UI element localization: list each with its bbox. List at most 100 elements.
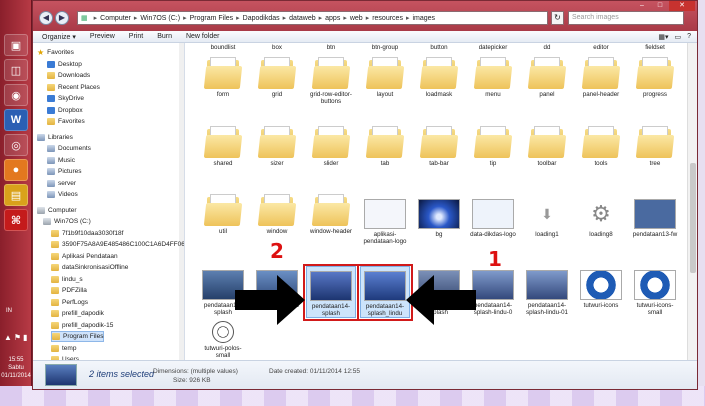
folder-item[interactable]: box — [252, 44, 302, 51]
breadcrumb-item[interactable]: web — [350, 15, 363, 22]
organize-button[interactable]: Organize ▾ — [42, 33, 76, 41]
taskbar-app-icon[interactable]: ◉ — [4, 84, 28, 106]
folder-item[interactable]: window-header — [306, 193, 356, 235]
refresh-button[interactable]: ↻ — [551, 11, 564, 25]
folder-item[interactable]: slider — [306, 125, 356, 167]
breadcrumb-item[interactable]: apps — [325, 15, 340, 22]
folder-item[interactable]: tools — [576, 125, 626, 167]
preview-button[interactable]: Preview — [90, 33, 115, 40]
folder-item[interactable]: dd — [522, 44, 572, 51]
language-indicator[interactable]: IN — [6, 308, 12, 314]
nav-item[interactable]: server — [47, 178, 76, 189]
image-file[interactable]: tutwuri-icons — [576, 266, 626, 318]
nav-item[interactable]: lindu_s — [51, 274, 83, 285]
breadcrumb-item[interactable]: images — [412, 15, 435, 22]
folder-item[interactable]: tip — [468, 125, 518, 167]
scrollbar-thumb[interactable] — [690, 163, 696, 273]
nav-item[interactable]: Documents — [47, 143, 91, 154]
firefox-icon[interactable]: ● — [4, 159, 28, 181]
folder-item[interactable]: menu — [468, 56, 518, 98]
nav-item[interactable]: PDFZilla — [51, 285, 87, 296]
folder-item[interactable]: datepicker — [468, 44, 518, 51]
breadcrumb-separator[interactable]: ▸ — [406, 14, 410, 22]
nav-item[interactable]: ★ Favorites — [37, 47, 74, 58]
nav-item[interactable]: 3590F75A8A9E485486C100C1A6D4FF06ZZZ... — [51, 239, 184, 250]
image-file[interactable]: bg — [414, 199, 464, 238]
folder-item[interactable]: btn — [306, 44, 356, 51]
folder-item[interactable]: form — [198, 56, 248, 98]
folder-item[interactable]: shared — [198, 125, 248, 167]
nav-scrollbar[interactable] — [179, 43, 184, 362]
close-button[interactable]: ✕ — [669, 1, 695, 11]
nav-item[interactable]: SkyDrive — [47, 93, 84, 104]
nav-item[interactable]: Downloads — [47, 70, 90, 81]
address-bar[interactable]: ▦ ▸ Computer ▸ Win7OS (C:) ▸ Program Files ▸ Dap… — [77, 11, 548, 25]
image-file[interactable]: ⚙ loading8 — [576, 199, 626, 238]
nav-item[interactable]: Desktop — [47, 59, 82, 70]
pdf-reader-icon[interactable]: ⌘ — [4, 209, 28, 231]
nav-item[interactable]: Pictures — [47, 166, 81, 177]
nav-item[interactable]: Dropbox — [47, 105, 83, 116]
nav-item[interactable]: Videos — [47, 189, 78, 200]
image-file[interactable]: pendataan13-fw — [630, 199, 680, 238]
breadcrumb-separator[interactable]: ▸ — [94, 14, 98, 22]
burn-button[interactable]: Burn — [157, 33, 172, 40]
image-file[interactable]: aplikasi-pendataan-logo — [360, 199, 410, 245]
preview-pane-icon[interactable]: ▭ — [674, 33, 681, 41]
back-button[interactable]: ◀ — [39, 11, 53, 25]
nav-item[interactable]: dataSinkronisasiOffline — [51, 262, 128, 273]
folder-item[interactable]: button — [414, 44, 464, 51]
folder-item[interactable]: toolbar — [522, 125, 572, 167]
nav-item[interactable]: PerfLogs — [51, 297, 88, 308]
clock[interactable]: 15:55 Sabtu 01/11/2014 — [0, 356, 32, 380]
image-file[interactable]: tutwuri-icons-small — [630, 266, 680, 318]
folder-item[interactable]: progress — [630, 56, 680, 98]
breadcrumb-item[interactable]: Win7OS (C:) — [140, 15, 180, 22]
folder-item[interactable]: loadmask — [414, 56, 464, 98]
image-file[interactable]: pendataan14-splash-lindu-01 — [522, 266, 572, 318]
breadcrumb-item[interactable]: resources — [372, 15, 403, 22]
breadcrumb-separator[interactable]: ▸ — [366, 14, 370, 22]
nav-item[interactable]: Win7OS (C:) — [43, 216, 91, 227]
breadcrumb-item[interactable]: Program Files — [190, 15, 234, 22]
forward-button[interactable]: ▶ — [55, 11, 69, 25]
nav-item[interactable]: Aplikasi Pendataan — [51, 251, 118, 262]
breadcrumb-separator[interactable]: ▸ — [183, 14, 187, 22]
folder-item[interactable]: editor — [576, 44, 626, 51]
new-folder-button[interactable]: New folder — [186, 33, 219, 40]
word-icon[interactable]: W — [4, 109, 28, 131]
folder-item[interactable]: tab — [360, 125, 410, 167]
folder-item[interactable]: util — [198, 193, 248, 235]
folder-item[interactable]: sizer — [252, 125, 302, 167]
taskbar-app-icon[interactable]: ◫ — [4, 59, 28, 81]
breadcrumb-separator[interactable]: ▸ — [236, 14, 240, 22]
nav-item[interactable]: 7f1b9f10daa3030f18f — [51, 228, 123, 239]
folder-item[interactable]: boundlist — [198, 44, 248, 51]
maximize-button[interactable]: □ — [651, 1, 669, 11]
folder-item[interactable]: fieldset — [630, 44, 680, 51]
nav-item[interactable]: Recent Places — [47, 82, 100, 93]
minimize-button[interactable]: – — [633, 1, 651, 11]
view-options-icon[interactable]: ▦▾ — [658, 33, 668, 41]
breadcrumb-item[interactable]: Dapodikdas — [243, 15, 280, 22]
breadcrumb-separator[interactable]: ▸ — [283, 14, 287, 22]
nav-item[interactable]: Computer — [37, 205, 77, 216]
folder-item[interactable]: btn-group — [360, 44, 410, 51]
folder-item[interactable]: window — [252, 193, 302, 235]
nav-item[interactable]: Libraries — [37, 132, 73, 143]
image-file[interactable]: tutwuri-polos-small — [198, 321, 248, 359]
winrar-icon[interactable]: ▤ — [4, 184, 28, 206]
nav-item[interactable]: Program Files — [51, 331, 105, 342]
breadcrumb-separator[interactable]: ▸ — [343, 14, 347, 22]
folder-item[interactable]: panel — [522, 56, 572, 98]
nav-item[interactable]: temp — [51, 343, 76, 354]
search-input[interactable]: Search images — [568, 11, 684, 25]
breadcrumb-item[interactable]: Computer — [100, 15, 131, 22]
nav-item[interactable]: prefill_dapodik-15 — [51, 320, 113, 331]
folder-item[interactable]: layout — [360, 56, 410, 98]
print-button[interactable]: Print — [129, 33, 143, 40]
nav-item[interactable]: Music — [47, 155, 75, 166]
help-icon[interactable]: ? — [687, 33, 691, 41]
folder-item[interactable]: grid — [252, 56, 302, 98]
content-scrollbar[interactable] — [687, 43, 697, 362]
